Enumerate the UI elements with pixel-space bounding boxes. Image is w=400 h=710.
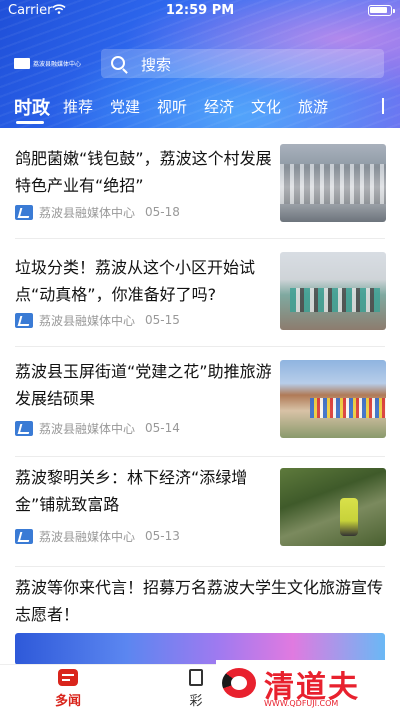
search-icon [111,56,125,70]
tab-shiting[interactable]: 视听 [157,96,187,117]
article-title: 荔波县玉屏街道“党建之花”助推旅游发展结硕果 [15,362,272,408]
article-source: 荔波县融媒体中心 [39,205,136,220]
tab-lvyou[interactable]: 旅游 [298,96,328,117]
active-tab-indicator [16,121,44,124]
article-date: 05-18 [145,205,180,219]
article-date: 05-15 [145,313,180,327]
search-placeholder: 搜索 [141,56,172,74]
tab-more-icon[interactable] [376,98,390,114]
article-source: 荔波县融媒体中心 [39,421,136,436]
app-logo: 荔波县融媒体中心 [14,57,84,69]
list-item[interactable]: 鸽肥菌嫩“钱包鼓”，荔波这个村发展特色产业有“绝招” 荔波县融媒体中心 05-1… [0,128,400,238]
list-item[interactable]: 荔波等你来代言！招募万名荔波大学生文化旅游宣传志愿者！ [0,566,400,636]
source-logo-icon [15,528,33,544]
list-item[interactable]: 荔波县玉屏街道“党建之花”助推旅游发展结硕果 荔波县融媒体中心 05-14 [0,346,400,456]
logo-mark-icon [14,57,30,69]
tab-shizheng[interactable]: 时政 [14,94,50,120]
tab-jingji[interactable]: 经济 [204,96,234,117]
tabbar-second-label: 彩 [189,694,203,709]
article-thumbnail [280,360,386,438]
tab-dangjian[interactable]: 党建 [110,96,140,117]
source-logo-icon [15,312,33,328]
article-meta: 荔波县融媒体中心 05-14 [15,419,180,437]
news-icon [58,669,78,686]
tabbar-item-second[interactable]: 彩 [176,669,216,709]
article-date: 05-14 [145,421,180,435]
clock: 12:59 PM [165,3,235,18]
watermark: 清道夫 WWW.QDFUJI.COM [216,660,400,710]
article-meta: 荔波县融媒体中心 05-13 [15,527,180,545]
phone-icon [189,669,203,686]
tab-tuijian[interactable]: 推荐 [63,96,93,117]
article-meta: 荔波县融媒体中心 05-18 [15,203,180,221]
source-logo-icon [15,204,33,220]
tab-wenhua[interactable]: 文化 [251,96,281,117]
article-title: 鸽肥菌嫩“钱包鼓”，荔波这个村发展特色产业有“绝招” [15,149,272,195]
status-bar: Carrier 12:59 PM [0,0,400,22]
watermark-url: WWW.QDFUJI.COM [264,699,339,708]
source-logo-icon [15,420,33,436]
watermark-logo-icon [222,668,256,698]
logo-text: 荔波县融媒体中心 [33,60,82,68]
article-thumbnail [280,252,386,330]
battery-icon [368,5,395,16]
article-title: 荔波等你来代言！招募万名荔波大学生文化旅游宣传志愿者！ [15,578,384,624]
list-item[interactable]: 荔波黎明关乡：林下经济“添绿增金”铺就致富路 荔波县融媒体中心 05-13 [0,456,400,566]
category-tabs: 时政 推荐 党建 视听 经济 文化 旅游 [0,94,400,126]
article-thumbnail [280,468,386,546]
search-bar[interactable]: 搜索 [101,49,384,78]
article-thumbnail [280,144,386,222]
article-source: 荔波县融媒体中心 [39,529,136,544]
article-title: 荔波黎明关乡：林下经济“添绿增金”铺就致富路 [15,468,248,514]
article-source: 荔波县融媒体中心 [39,313,136,328]
list-item[interactable]: 垃圾分类！荔波从这个小区开始试点“动真格”，你准备好了吗? 荔波县融媒体中心 0… [0,238,400,348]
article-title: 垃圾分类！荔波从这个小区开始试点“动真格”，你准备好了吗? [15,258,256,304]
article-date: 05-13 [145,529,180,543]
article-meta: 荔波县融媒体中心 05-15 [15,311,180,329]
tabbar-item-news[interactable]: 多闻 [48,669,88,709]
app-header: Carrier 12:59 PM 荔波县融媒体中心 搜索 时政 推荐 党建 视听… [0,0,400,128]
tabbar-news-label: 多闻 [54,694,81,709]
